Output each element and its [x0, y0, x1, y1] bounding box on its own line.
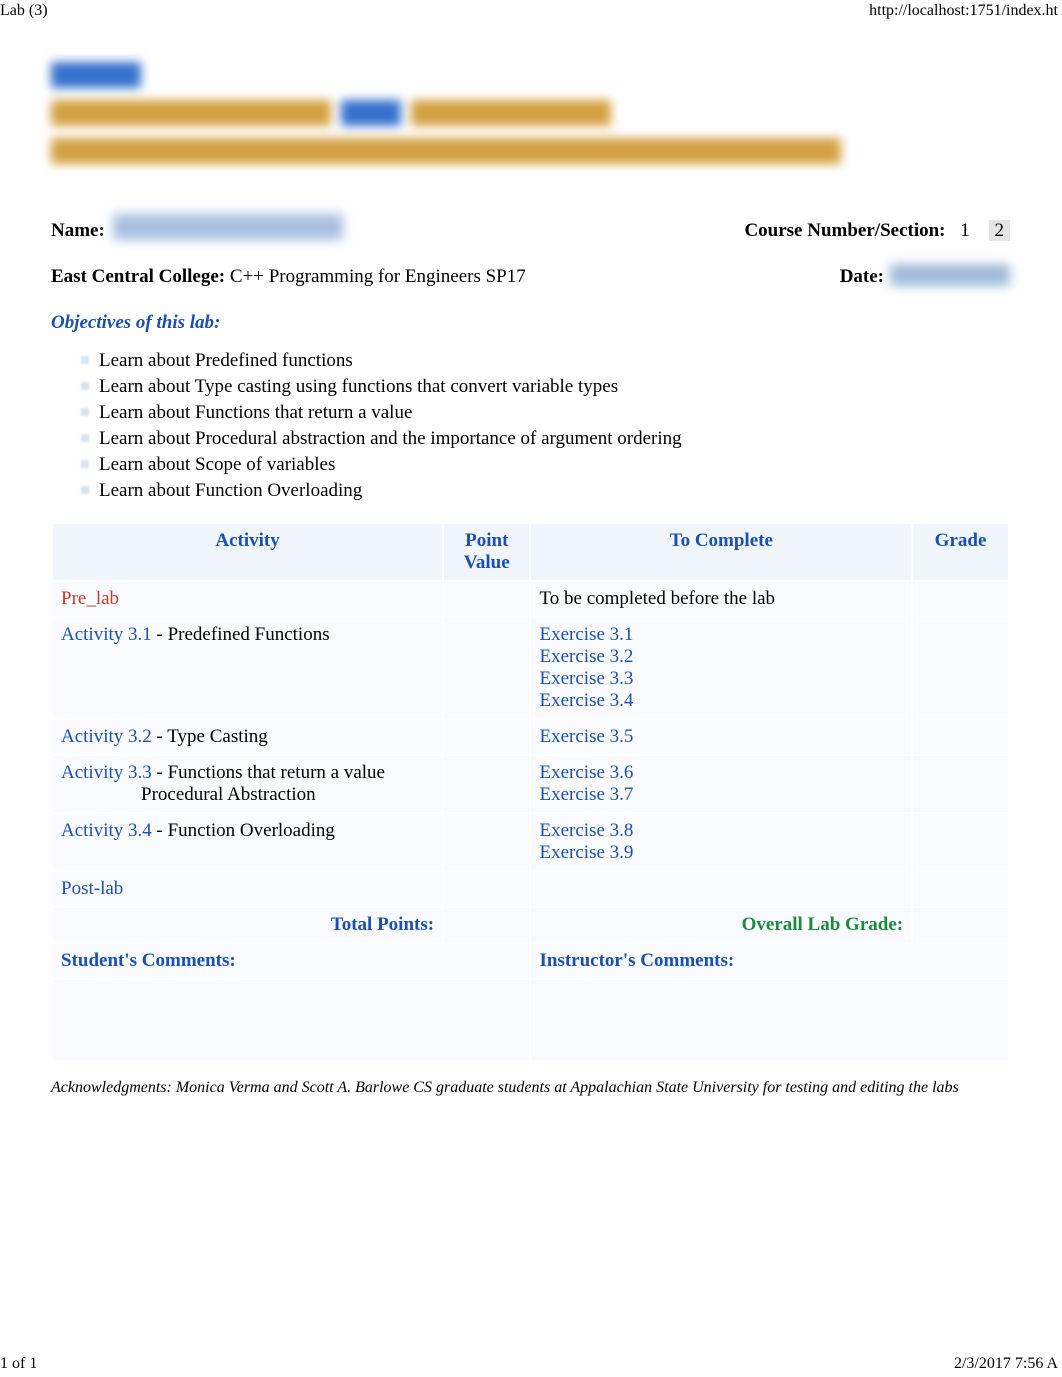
table-row: Activity 3.3 - Functions that return a v… [53, 756, 1008, 812]
course-number-section: Course Number/Section: 1 2 [744, 220, 1010, 242]
activity-3-3-desc: - Functions that return a value [152, 762, 385, 783]
table-row: Activity 3.2 - Type Casting Exercise 3.5 [53, 720, 1008, 754]
totals-row: Total Points: Overall Lab Grade: [53, 908, 1008, 942]
name-value-redacted [113, 214, 343, 240]
table-row: Pre_lab To be completed before the lab [53, 582, 1008, 616]
list-item: Learn about Type casting using functions… [81, 376, 1010, 398]
redacted-heading-2c [411, 100, 611, 126]
list-item: Learn about Procedural abstraction and t… [81, 428, 1010, 450]
college-date-row: East Central College: C++ Programming fo… [51, 260, 1010, 288]
objectives-heading: Objectives of this lab: [51, 312, 1010, 334]
course-option-2[interactable]: 2 [989, 220, 1011, 241]
browser-meta-bar: Lab (3) http://localhost:1751/index.ht [0, 0, 1062, 20]
page-counter: 1 of 1 [0, 1355, 37, 1373]
exercise-link[interactable]: Exercise 3.3 [539, 668, 633, 689]
course-label: Course Number/Section: [744, 220, 945, 241]
exercise-link[interactable]: Exercise 3.2 [539, 646, 633, 667]
redacted-heading-3 [51, 138, 841, 164]
list-item: Learn about Function Overloading [81, 480, 1010, 502]
table-row: Post-lab [53, 872, 1008, 906]
list-item: Learn about Functions that return a valu… [81, 402, 1010, 424]
exercise-link[interactable]: Exercise 3.7 [539, 784, 633, 805]
activity-3-3-link[interactable]: Activity 3.3 [61, 762, 152, 783]
comments-header-row: Student's Comments: Instructor's Comment… [53, 944, 1008, 978]
list-item: Learn about Predefined functions [81, 350, 1010, 372]
total-points-label: Total Points: [53, 908, 442, 942]
postlab-link[interactable]: Post-lab [61, 878, 123, 899]
date-label: Date: [840, 266, 884, 288]
list-item: Learn about Scope of variables [81, 454, 1010, 476]
exercise-link[interactable]: Exercise 3.4 [539, 690, 633, 711]
exercise-link[interactable]: Exercise 3.6 [539, 762, 633, 783]
activity-3-4-desc: - Function Overloading [152, 820, 335, 841]
instructor-comments-label: Instructor's Comments: [531, 944, 1008, 978]
print-timestamp: 2/3/2017 7:56 A [954, 1355, 1058, 1373]
page-title-truncated: Lab (3) [0, 2, 48, 20]
date-value-redacted [890, 264, 1010, 286]
table-row: Activity 3.4 - Function Overloading Exer… [53, 814, 1008, 870]
activity-3-2-link[interactable]: Activity 3.2 [61, 726, 152, 747]
page-url-truncated: http://localhost:1751/index.ht [869, 2, 1058, 20]
prelab-to-complete: To be completed before the lab [531, 582, 911, 616]
col-to-complete: To Complete [531, 524, 911, 580]
redacted-heading-2a [51, 100, 331, 126]
east-central-college-label: East Central College: [51, 266, 225, 287]
redacted-heading-1 [51, 62, 141, 88]
col-activity: Activity [53, 524, 442, 580]
activity-3-2-desc: - Type Casting [152, 726, 268, 747]
activity-3-4-link[interactable]: Activity 3.4 [61, 820, 152, 841]
activity-3-1-link[interactable]: Activity 3.1 [61, 624, 152, 645]
table-row: Activity 3.1 - Predefined Functions Exer… [53, 618, 1008, 718]
col-grade: Grade [913, 524, 1008, 580]
exercise-link[interactable]: Exercise 3.9 [539, 842, 633, 863]
heading-redacted-group [51, 60, 1010, 166]
table-header-row: Activity Point Value To Complete Grade [53, 524, 1008, 580]
prelab-link[interactable]: Pre_lab [61, 588, 119, 609]
course-option-1[interactable]: 1 [960, 220, 970, 241]
document-body: Name: Course Number/Section: 1 2 East Ce… [0, 20, 1062, 1099]
comments-space-row [53, 980, 1008, 1060]
name-label: Name: [51, 220, 105, 242]
name-course-row: Name: Course Number/Section: 1 2 [51, 210, 1010, 242]
student-comments-area[interactable] [53, 980, 529, 1060]
print-footer: 1 of 1 2/3/2017 7:56 A [0, 1355, 1058, 1373]
lab-activities-table: Activity Point Value To Complete Grade P… [51, 522, 1010, 1062]
objectives-list: Learn about Predefined functions Learn a… [81, 350, 1010, 502]
redacted-heading-2b [341, 100, 401, 126]
activity-3-1-desc: - Predefined Functions [152, 624, 330, 645]
course-description: C++ Programming for Engineers SP17 [230, 266, 526, 287]
activity-3-3-subdesc: Procedural Abstraction [61, 784, 434, 806]
exercise-link[interactable]: Exercise 3.8 [539, 820, 633, 841]
student-comments-label: Student's Comments: [53, 944, 529, 978]
overall-lab-grade-label: Overall Lab Grade: [531, 908, 911, 942]
col-point-value: Point Value [444, 524, 529, 580]
exercise-link[interactable]: Exercise 3.1 [539, 624, 633, 645]
acknowledgments-text: Acknowledgments: Monica Verma and Scott … [51, 1076, 1010, 1099]
instructor-comments-area[interactable] [531, 980, 1008, 1060]
exercise-link[interactable]: Exercise 3.5 [539, 726, 633, 747]
